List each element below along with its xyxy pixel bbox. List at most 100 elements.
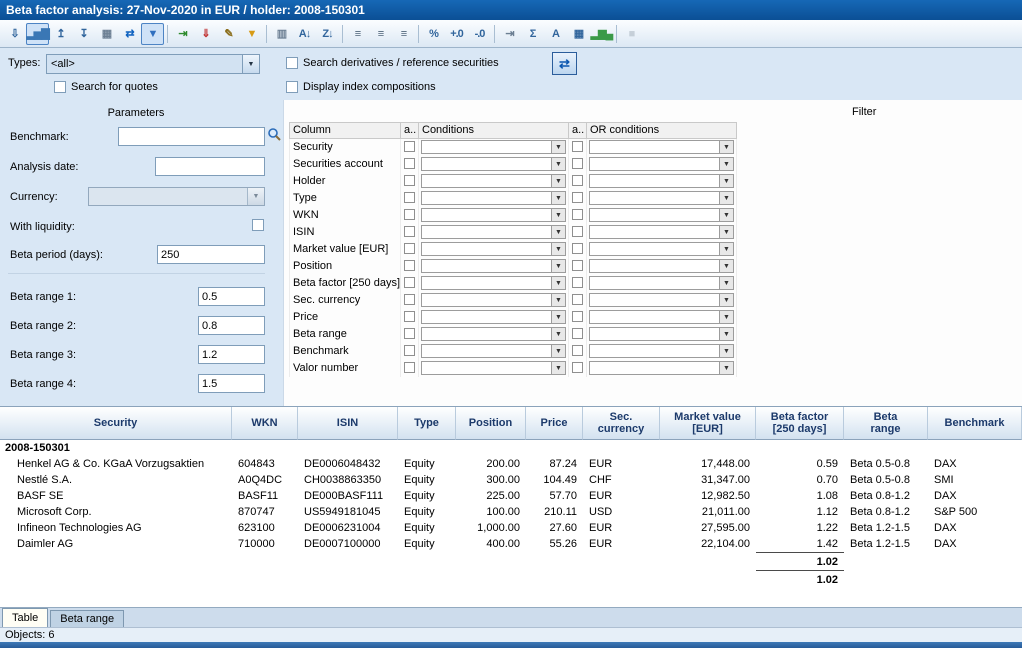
- edit-formula-icon[interactable]: ✎: [217, 23, 240, 45]
- filter-or-checkbox[interactable]: [572, 175, 583, 186]
- font-icon[interactable]: A: [544, 23, 567, 45]
- calendar-icon[interactable]: ▦: [95, 23, 118, 45]
- column-header-price[interactable]: Price: [526, 407, 583, 440]
- filter-condition-dropdown[interactable]: ▼: [421, 225, 566, 239]
- add-decimal-icon[interactable]: +.0: [445, 23, 468, 45]
- results-row[interactable]: Infineon Technologies AG623100DE00062310…: [0, 520, 1022, 536]
- filter-or-condition-dropdown[interactable]: ▼: [589, 293, 734, 307]
- filter-condition-dropdown[interactable]: ▼: [421, 174, 566, 188]
- beta-period-input[interactable]: [157, 245, 265, 264]
- filter-icon[interactable]: ▼: [141, 23, 164, 45]
- filter-and-checkbox[interactable]: [404, 175, 415, 186]
- filter-or-checkbox[interactable]: [572, 277, 583, 288]
- filter-or-checkbox[interactable]: [572, 141, 583, 152]
- search-derivatives-checkbox[interactable]: Search derivatives / reference securitie…: [286, 57, 499, 69]
- filter-or-checkbox[interactable]: [572, 260, 583, 271]
- filter-and-checkbox[interactable]: [404, 226, 415, 237]
- results-row[interactable]: Microsoft Corp.870747US5949181045Equity1…: [0, 504, 1022, 520]
- filter-condition-dropdown[interactable]: ▼: [421, 259, 566, 273]
- benchmark-input[interactable]: [118, 127, 265, 146]
- filter-header-or-conditions[interactable]: OR conditions: [587, 122, 737, 139]
- filter-or-checkbox[interactable]: [572, 209, 583, 220]
- filter-or-checkbox[interactable]: [572, 311, 583, 322]
- goto-last-icon[interactable]: ⇓: [194, 23, 217, 45]
- filter-condition-dropdown[interactable]: ▼: [421, 344, 566, 358]
- export-table-icon[interactable]: ⇩: [3, 23, 26, 45]
- results-row[interactable]: Daimler AG710000DE0007100000Equity400.00…: [0, 536, 1022, 552]
- checkbox-box[interactable]: [286, 81, 298, 93]
- column-header-security[interactable]: Security: [0, 407, 232, 440]
- filter-condition-dropdown[interactable]: ▼: [421, 191, 566, 205]
- refresh-button[interactable]: ⇄: [552, 52, 577, 75]
- chart-view-icon[interactable]: ▂▅▇: [26, 23, 49, 45]
- fit-column-icon[interactable]: ⇥: [498, 23, 521, 45]
- filter-or-condition-dropdown[interactable]: ▼: [589, 191, 734, 205]
- benchmark-search-icon[interactable]: [267, 127, 282, 145]
- goto-first-icon[interactable]: ⇥: [171, 23, 194, 45]
- columns-icon[interactable]: ▥: [270, 23, 293, 45]
- filter-and-checkbox[interactable]: [404, 209, 415, 220]
- checkbox-box[interactable]: [286, 57, 298, 69]
- types-dropdown[interactable]: <all> ▼: [46, 54, 260, 74]
- sort-ascending-icon[interactable]: A↓: [293, 23, 316, 45]
- results-group-row[interactable]: 2008-150301: [0, 440, 1022, 456]
- column-header-isin[interactable]: ISIN: [298, 407, 398, 440]
- percent-icon[interactable]: %: [422, 23, 445, 45]
- filter-and-checkbox[interactable]: [404, 328, 415, 339]
- filter-condition-dropdown[interactable]: ▼: [421, 327, 566, 341]
- align-center-icon[interactable]: ≡: [369, 23, 392, 45]
- liquidity-checkbox[interactable]: [252, 219, 264, 231]
- filter-and-checkbox[interactable]: [404, 192, 415, 203]
- tab-beta-range[interactable]: Beta range: [50, 610, 124, 627]
- filter-and-checkbox[interactable]: [404, 311, 415, 322]
- filter-or-condition-dropdown[interactable]: ▼: [589, 259, 734, 273]
- filter-or-condition-dropdown[interactable]: ▼: [589, 225, 734, 239]
- sort-descending-icon[interactable]: Z↓: [316, 23, 339, 45]
- filter-or-checkbox[interactable]: [572, 192, 583, 203]
- tab-table[interactable]: Table: [2, 608, 48, 627]
- checkbox-box[interactable]: [54, 81, 66, 93]
- results-row[interactable]: BASF SEBASF11DE000BASF111Equity225.0057.…: [0, 488, 1022, 504]
- grid-icon[interactable]: ▦: [567, 23, 590, 45]
- remove-decimal-icon[interactable]: -.0: [468, 23, 491, 45]
- filter-condition-dropdown[interactable]: ▼: [421, 276, 566, 290]
- results-row[interactable]: Nestlé S.A.A0Q4DCCH0038863350Equity300.0…: [0, 472, 1022, 488]
- filter-or-condition-dropdown[interactable]: ▼: [589, 140, 734, 154]
- filter-or-checkbox[interactable]: [572, 294, 583, 305]
- filter-or-checkbox[interactable]: [572, 362, 583, 373]
- beta-range-1-input[interactable]: [198, 287, 265, 306]
- analysis-date-input[interactable]: [155, 157, 265, 176]
- filter-and-checkbox[interactable]: [404, 362, 415, 373]
- collapse-panel-icon[interactable]: ↥: [49, 23, 72, 45]
- search-quotes-checkbox[interactable]: Search for quotes: [54, 81, 158, 93]
- filter-or-checkbox[interactable]: [572, 328, 583, 339]
- bar-chart-icon[interactable]: ▂▆▄: [590, 23, 613, 45]
- filter-or-checkbox[interactable]: [572, 345, 583, 356]
- column-header-benchmark[interactable]: Benchmark: [928, 407, 1022, 440]
- expand-panel-icon[interactable]: ↧: [72, 23, 95, 45]
- column-header-position[interactable]: Position: [456, 407, 526, 440]
- filter-and-checkbox[interactable]: [404, 158, 415, 169]
- apply-filter-icon[interactable]: ▼: [240, 23, 263, 45]
- filter-and-checkbox[interactable]: [404, 260, 415, 271]
- column-header-currency[interactable]: Sec. currency: [583, 407, 660, 440]
- filter-or-checkbox[interactable]: [572, 243, 583, 254]
- filter-or-condition-dropdown[interactable]: ▼: [589, 344, 734, 358]
- filter-header-and-2[interactable]: a..: [569, 122, 587, 139]
- column-header-beta_factor[interactable]: Beta factor [250 days]: [756, 407, 844, 440]
- align-left-icon[interactable]: ≡: [346, 23, 369, 45]
- filter-or-condition-dropdown[interactable]: ▼: [589, 276, 734, 290]
- column-header-wkn[interactable]: WKN: [232, 407, 298, 440]
- filter-condition-dropdown[interactable]: ▼: [421, 293, 566, 307]
- filter-and-checkbox[interactable]: [404, 141, 415, 152]
- filter-header-conditions[interactable]: Conditions: [419, 122, 569, 139]
- results-row[interactable]: Henkel AG & Co. KGaA Vorzugsaktien604843…: [0, 456, 1022, 472]
- filter-and-checkbox[interactable]: [404, 277, 415, 288]
- filter-condition-dropdown[interactable]: ▼: [421, 361, 566, 375]
- filter-header-column[interactable]: Column: [289, 122, 401, 139]
- filter-or-checkbox[interactable]: [572, 158, 583, 169]
- filter-and-checkbox[interactable]: [404, 294, 415, 305]
- sum-icon[interactable]: Σ: [521, 23, 544, 45]
- filter-or-condition-dropdown[interactable]: ▼: [589, 208, 734, 222]
- filter-header-and[interactable]: a..: [401, 122, 419, 139]
